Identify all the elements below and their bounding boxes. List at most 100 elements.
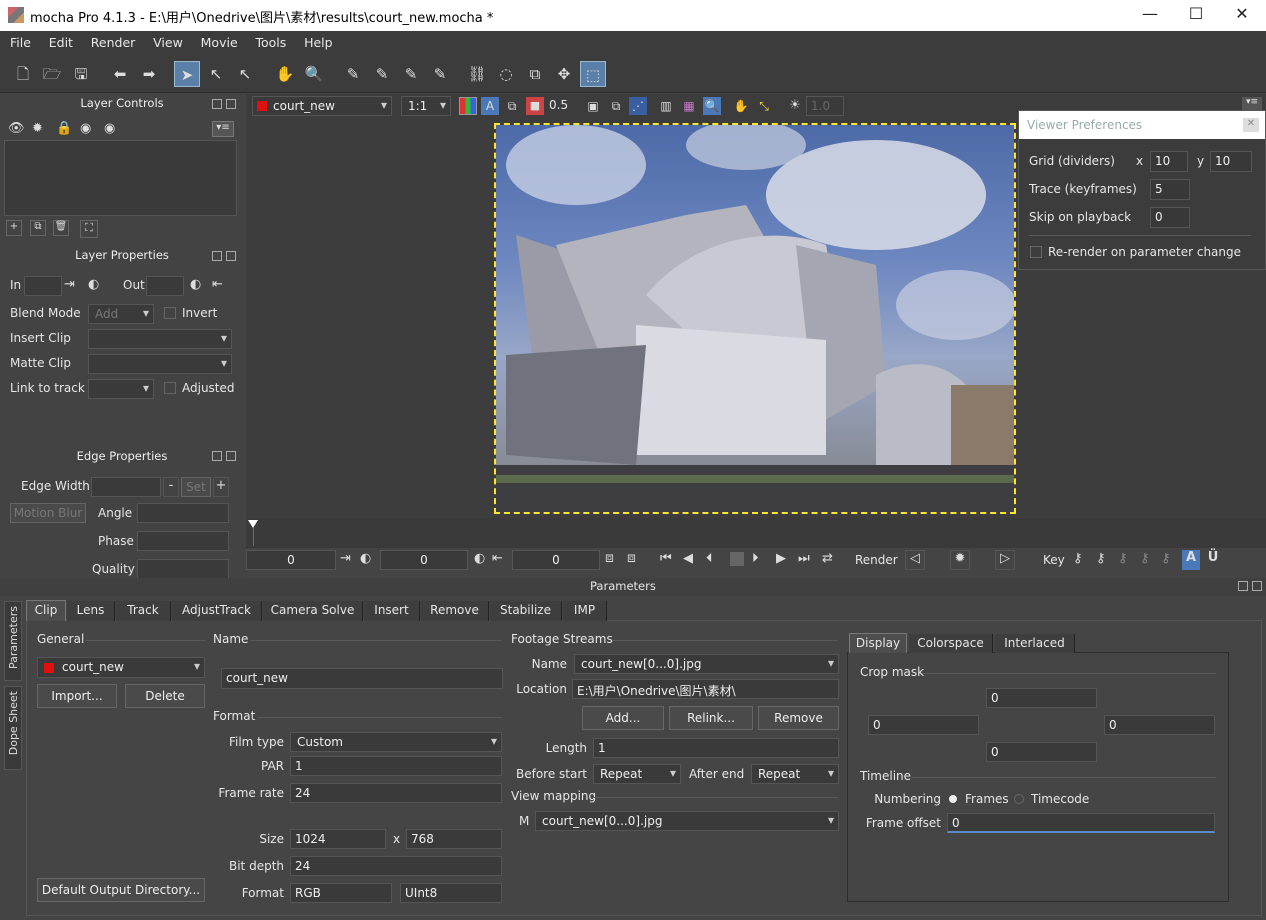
set-in-icon[interactable]: ⇥ [64, 277, 75, 292]
default-output-directory-button[interactable]: Default Output Directory... [37, 878, 205, 902]
tab-lens[interactable]: Lens [67, 601, 115, 621]
out-keyframe-icon[interactable]: ◐ [190, 277, 201, 292]
crop-left-field[interactable]: 0 [868, 715, 979, 735]
close-panel-icon[interactable] [226, 99, 236, 109]
tab-track[interactable]: Track [116, 601, 171, 621]
angle-field[interactable] [137, 503, 229, 523]
transform-icon[interactable]: ⧉ [522, 61, 548, 87]
tab-interlaced[interactable]: Interlaced [995, 634, 1075, 653]
go-to-end-icon[interactable]: ⏭ [798, 551, 810, 566]
float-panel-icon[interactable] [212, 251, 222, 261]
autokey-icon[interactable]: A [1182, 550, 1200, 570]
link-to-track-select[interactable] [88, 379, 154, 399]
render-settings-icon[interactable]: ✹ [950, 550, 970, 570]
menu-view[interactable]: View [143, 31, 187, 50]
after-end-select[interactable]: Repeat [751, 764, 839, 784]
play-backward-icon[interactable]: ⏴ [706, 551, 713, 566]
exposure-field[interactable]: 1.0 [806, 96, 844, 116]
in-point-field[interactable]: 0 [246, 550, 336, 570]
remove-footage-button[interactable]: Remove [758, 706, 839, 730]
render-forward-icon[interactable]: ▷ [995, 550, 1015, 570]
menu-movie[interactable]: Movie [191, 31, 242, 50]
keyframe-lock-icon[interactable]: Ü [1204, 550, 1222, 570]
save-project-icon[interactable]: 🖫 [68, 61, 94, 87]
undo-icon[interactable]: ⬅ [107, 61, 133, 87]
visibility-icon[interactable]: 👁 [8, 121, 25, 136]
rgb-channel-icon[interactable] [459, 97, 477, 115]
overlay-icon[interactable]: ⧉ [503, 97, 521, 115]
bit-depth-field[interactable]: 24 [290, 856, 502, 876]
surface-select-icon[interactable]: ⬚ [580, 61, 606, 87]
timeline-ruler[interactable] [246, 518, 1266, 548]
set-out-icon[interactable]: ⇤ [212, 277, 223, 292]
delete-key-icon[interactable]: ⚷ [1140, 551, 1150, 566]
out-field[interactable] [146, 276, 184, 296]
close-panel-icon[interactable] [226, 451, 236, 461]
viewer-option-icon[interactable]: ▣ [584, 97, 602, 115]
matte-icon[interactable]: ■ [526, 97, 544, 115]
play-forward-icon[interactable]: ⏵ [752, 551, 759, 566]
tab-adjusttrack[interactable]: AdjustTrack [172, 601, 262, 621]
format-type-field[interactable]: UInt8 [400, 883, 502, 903]
in-keyframe-icon[interactable]: ◐ [88, 277, 99, 292]
view-mapping-select[interactable]: court_new[0...0].jpg [535, 811, 839, 831]
tab-camera-solve[interactable]: Camera Solve [263, 601, 363, 621]
magnifier-icon[interactable]: 🔍 [703, 97, 721, 115]
viewer-preferences-close-icon[interactable]: ✕ [1243, 118, 1259, 132]
float-panel-icon[interactable] [212, 451, 222, 461]
alpha-channel-icon[interactable]: A [481, 97, 499, 115]
location-field[interactable]: E:\用户\Onedrive\图片\素材\ [572, 679, 839, 699]
frames-radio[interactable] [949, 795, 957, 803]
set-out-point-icon[interactable]: ⇤ [492, 551, 503, 566]
crop-bottom-field[interactable]: 0 [986, 742, 1097, 762]
clip-select[interactable]: court_new [252, 96, 392, 116]
float-parameters-icon[interactable] [1238, 581, 1248, 591]
add-x-spline-icon[interactable]: ✎ [369, 61, 395, 87]
tab-colorspace[interactable]: Colorspace [909, 634, 993, 653]
menu-file[interactable]: File [0, 31, 35, 50]
menu-render[interactable]: Render [81, 31, 140, 50]
redo-icon[interactable]: ➡ [136, 61, 162, 87]
tab-stabilize[interactable]: Stabilize [490, 601, 562, 621]
close-button[interactable]: ✕ [1222, 4, 1262, 23]
footage-name-select[interactable]: court_new[0...0].jpg [574, 654, 839, 674]
opacity-value[interactable]: 0.5 [549, 98, 568, 112]
layer-list[interactable] [4, 140, 237, 216]
select-tool-icon[interactable]: ➤ [174, 61, 200, 87]
lock-icon[interactable]: 🔒 [56, 121, 72, 136]
size-width-field[interactable]: 1024 [290, 829, 386, 849]
set-in-point-icon[interactable]: ⇥ [340, 551, 351, 566]
next-key-icon[interactable]: ⚷ [1096, 551, 1106, 566]
rerender-checkbox[interactable] [1030, 246, 1042, 258]
tab-remove[interactable]: Remove [421, 601, 489, 621]
grid-y-field[interactable]: 10 [1210, 151, 1252, 172]
blend-mode-select[interactable]: Add [88, 304, 154, 324]
out-keyframe-toggle-icon[interactable]: ◐ [474, 551, 485, 566]
size-height-field[interactable]: 768 [406, 829, 502, 849]
menu-tools[interactable]: Tools [245, 31, 290, 50]
crop-right-field[interactable]: 0 [1104, 715, 1215, 735]
adjusted-checkbox[interactable] [164, 382, 176, 394]
frame-rate-field[interactable]: 24 [290, 783, 502, 803]
prev-key-icon[interactable]: ⚷ [1073, 551, 1083, 566]
fit-timeline-icon[interactable]: ⧈ [627, 550, 636, 566]
select-bezier-icon[interactable]: ↖ [203, 61, 229, 87]
matte-color-icon[interactable]: ◉ [104, 121, 115, 136]
length-field[interactable]: 1 [593, 738, 839, 758]
maximize-button[interactable]: ☐ [1176, 4, 1216, 23]
film-type-select[interactable]: Custom [290, 732, 502, 752]
clip-name-field[interactable]: court_new [221, 668, 503, 689]
import-button[interactable]: Import... [37, 684, 117, 708]
stop-icon[interactable] [730, 552, 744, 566]
edge-decrement-icon[interactable]: - [163, 477, 179, 497]
matte-clip-select[interactable] [88, 354, 232, 374]
prev-frame-icon[interactable]: ◀ [683, 551, 693, 566]
skip-field[interactable]: 0 [1150, 207, 1190, 228]
relink-button[interactable]: Relink... [669, 706, 753, 730]
next-frame-icon[interactable]: ▶ [776, 551, 786, 566]
side-tab-dope-sheet[interactable]: Dope Sheet [4, 686, 22, 770]
bezier-spline-icon[interactable]: ✎ [398, 61, 424, 87]
link-icon[interactable]: ⛓ [464, 61, 490, 87]
float-panel-icon[interactable] [212, 99, 222, 109]
out-point-field[interactable]: 0 [512, 550, 600, 570]
